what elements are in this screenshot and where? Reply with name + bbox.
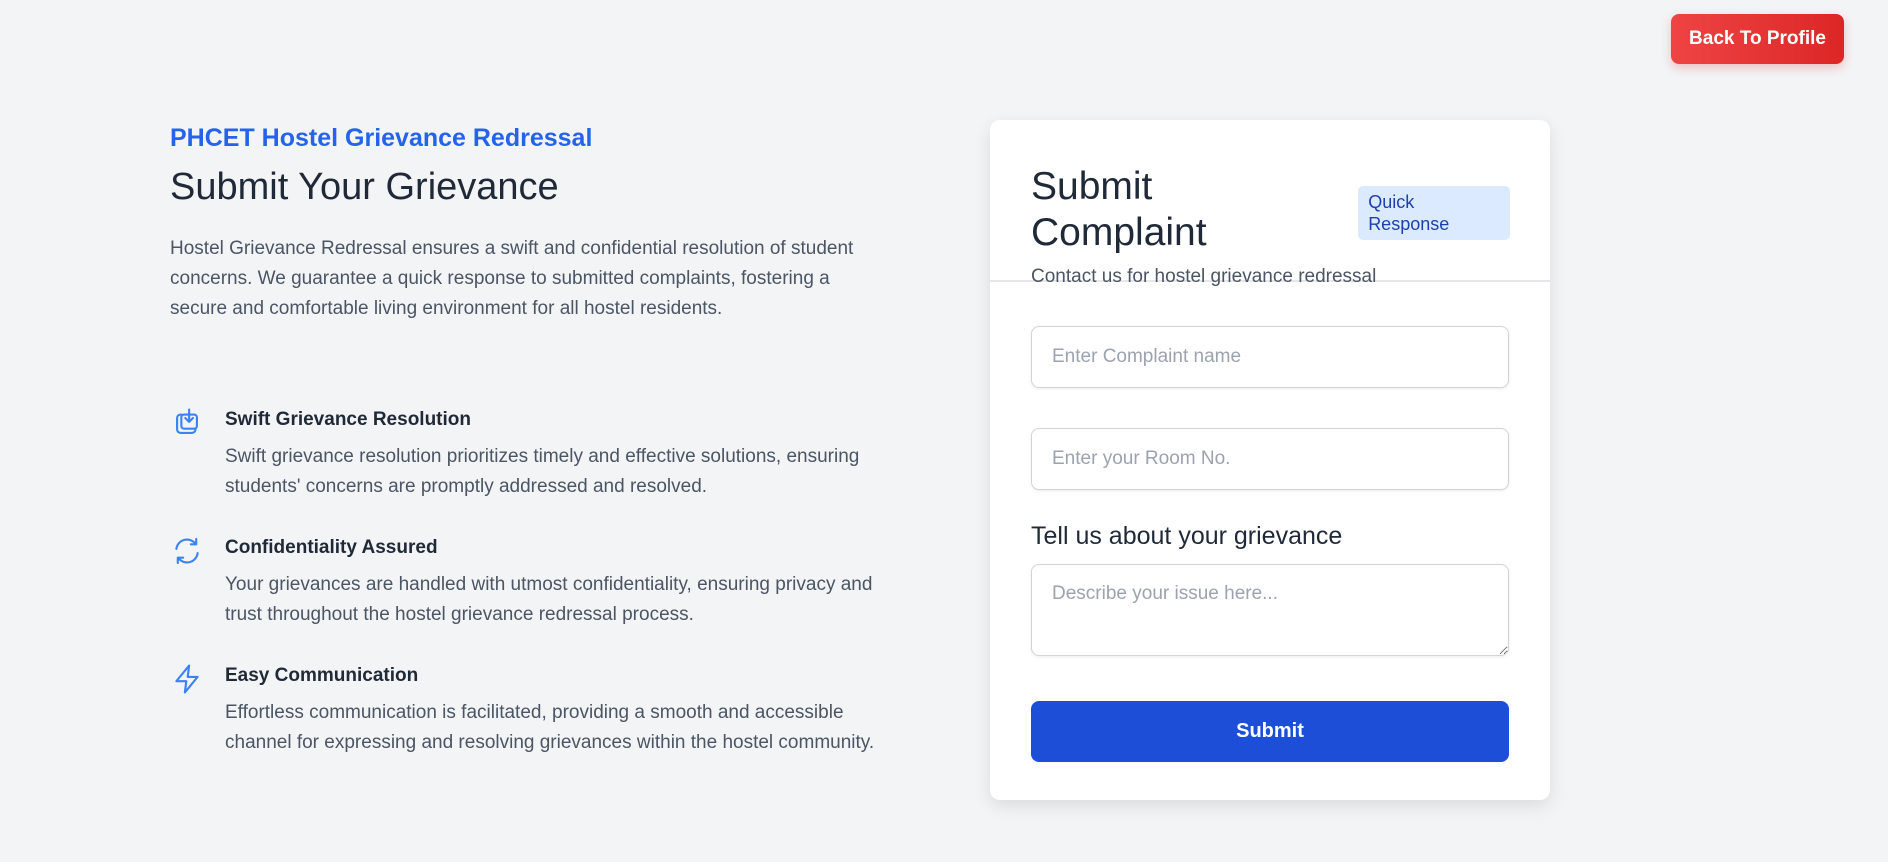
grievance-description-textarea[interactable] bbox=[1031, 564, 1509, 656]
form-header: Submit Complaint Quick Response Contact … bbox=[990, 120, 1550, 287]
lightning-icon bbox=[170, 662, 204, 696]
feature-item-confidentiality: Confidentiality Assured Your grievances … bbox=[170, 532, 890, 630]
feature-text: Swift grievance resolution prioritizes t… bbox=[225, 446, 860, 497]
feature-text: Effortless communication is facilitated,… bbox=[225, 702, 875, 753]
intro-description: Hostel Grievance Redressal ensures a swi… bbox=[170, 238, 854, 319]
quick-response-badge: Quick Response bbox=[1358, 186, 1510, 240]
page-title: Submit Your Grievance bbox=[170, 166, 559, 208]
feature-item-easy-communication: Easy Communication Effortless communicat… bbox=[170, 660, 890, 758]
back-to-profile-button[interactable]: Back To Profile bbox=[1671, 14, 1844, 64]
feature-title: Swift Grievance Resolution bbox=[225, 409, 471, 430]
intro-eyebrow: PHCET Hostel Grievance Redressal bbox=[170, 124, 593, 152]
complaint-form-card: Submit Complaint Quick Response Contact … bbox=[990, 120, 1550, 800]
room-number-input[interactable] bbox=[1031, 428, 1509, 490]
grievance-description-label: Tell us about your grievance bbox=[1031, 522, 1343, 550]
form-title: Submit Complaint bbox=[1031, 165, 1207, 254]
submit-button[interactable]: Submit bbox=[1031, 701, 1509, 762]
intro-section: PHCET Hostel Grievance Redressal Submit … bbox=[170, 120, 890, 324]
download-tray-icon bbox=[170, 406, 204, 440]
feature-text: Your grievances are handled with utmost … bbox=[225, 574, 873, 625]
form-title-row: Submit Complaint Quick Response bbox=[1031, 164, 1510, 256]
feature-title: Confidentiality Assured bbox=[225, 537, 438, 558]
refresh-icon bbox=[170, 534, 204, 568]
complaint-form: Tell us about your grievance Submit bbox=[990, 282, 1550, 762]
features-list: Swift Grievance Resolution Swift grievan… bbox=[170, 404, 890, 788]
feature-title: Easy Communication bbox=[225, 665, 419, 686]
feature-item-swift-resolution: Swift Grievance Resolution Swift grievan… bbox=[170, 404, 890, 502]
complaint-name-input[interactable] bbox=[1031, 326, 1509, 388]
